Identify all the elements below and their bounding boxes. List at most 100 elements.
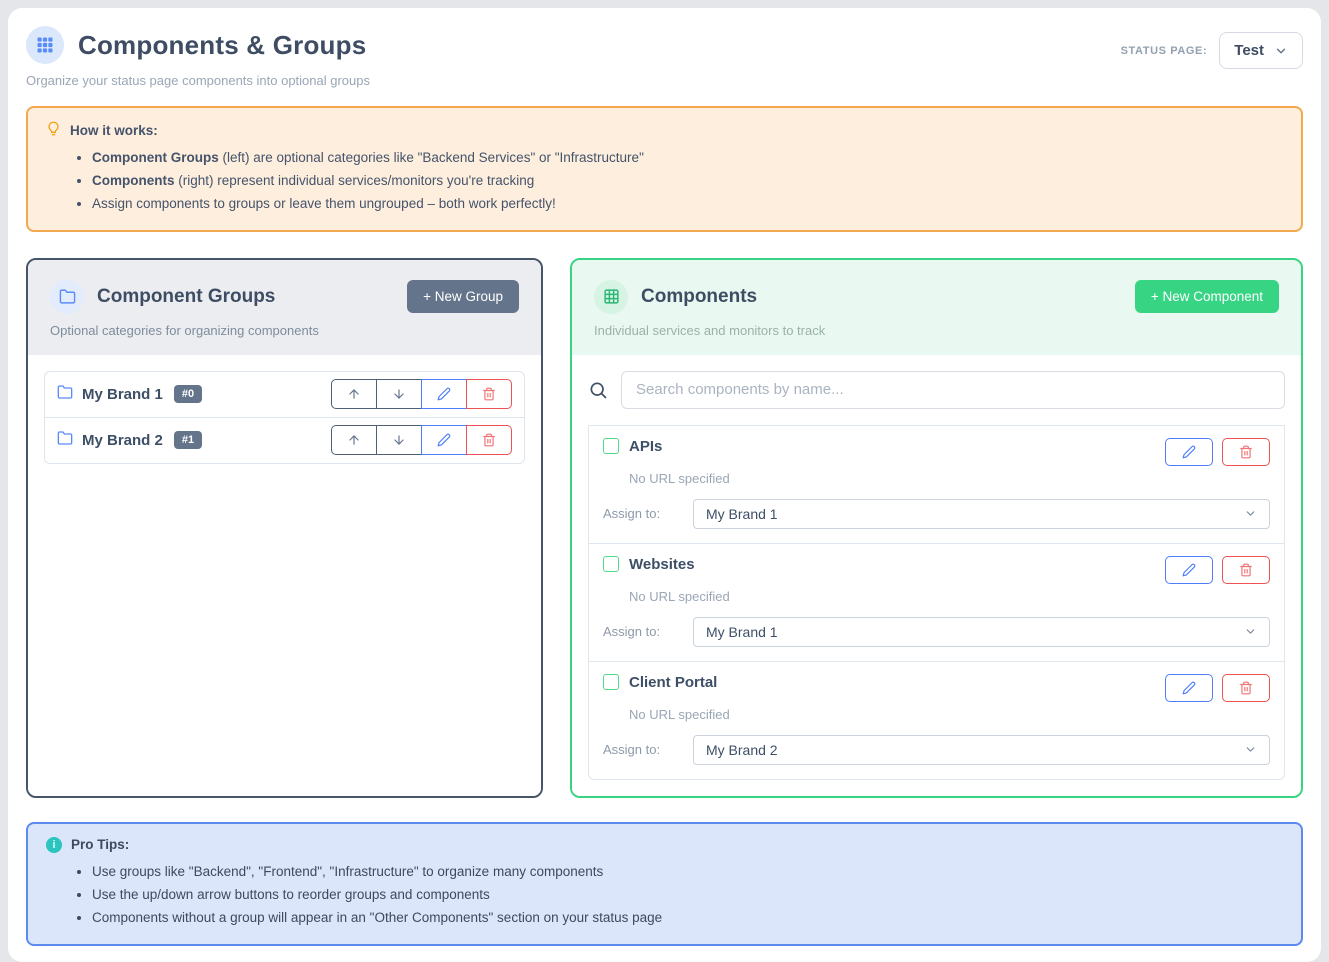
status-page-select[interactable]: Test (1219, 32, 1303, 69)
new-group-button[interactable]: + New Group (407, 280, 519, 313)
edit-component-button[interactable] (1165, 556, 1213, 584)
panels-row: Component Groups + New Group Optional ca… (26, 258, 1303, 798)
assign-group-select[interactable]: My Brand 1 (693, 499, 1270, 529)
trash-icon (1239, 445, 1253, 459)
chevron-down-icon (1244, 743, 1257, 756)
component-checkbox[interactable] (603, 674, 619, 690)
folder-icon (57, 430, 73, 451)
pro-tips-bullet: Components without a group will appear i… (92, 907, 1283, 930)
delete-group-button[interactable] (466, 379, 512, 409)
assign-group-select[interactable]: My Brand 1 (693, 617, 1270, 647)
page-header: Components & Groups Organize your status… (26, 26, 1303, 88)
lightbulb-icon (46, 121, 61, 139)
pencil-icon (437, 387, 451, 401)
search-icon (588, 380, 608, 400)
arrow-up-icon (347, 387, 361, 401)
groups-panel-subtitle: Optional categories for organizing compo… (50, 323, 519, 338)
trash-icon (482, 433, 496, 447)
delete-component-button[interactable] (1222, 674, 1270, 702)
edit-component-button[interactable] (1165, 438, 1213, 466)
component-name: Websites (629, 556, 695, 573)
assigned-group-value: My Brand 1 (706, 506, 778, 522)
pro-tips-box: Pro Tips: Use groups like "Backend", "Fr… (26, 822, 1303, 947)
component-search-row (588, 371, 1285, 409)
component-groups-panel: Component Groups + New Group Optional ca… (26, 258, 543, 798)
groups-panel-title: Component Groups (97, 286, 275, 308)
group-row: My Brand 1 #0 (44, 371, 525, 418)
component-name: APIs (629, 438, 662, 455)
apps-grid-icon (26, 26, 64, 64)
folder-icon (57, 384, 73, 405)
group-name: My Brand 1 (82, 386, 163, 403)
how-it-works-bullet: Components (right) represent individual … (92, 169, 1283, 192)
component-checkbox[interactable] (603, 438, 619, 454)
new-component-button[interactable]: + New Component (1135, 280, 1279, 313)
trash-icon (1239, 681, 1253, 695)
group-actions (331, 379, 512, 409)
how-it-works-title: How it works: (70, 123, 158, 138)
delete-group-button[interactable] (466, 425, 512, 455)
how-it-works-bullet: Assign components to groups or leave the… (92, 192, 1283, 215)
pencil-icon (1182, 563, 1196, 577)
groups-list: My Brand 1 #0 (28, 355, 541, 796)
component-actions (1165, 556, 1270, 584)
edit-group-button[interactable] (421, 425, 467, 455)
info-icon (46, 837, 62, 853)
chevron-down-icon (1244, 507, 1257, 520)
assigned-group-value: My Brand 2 (706, 742, 778, 758)
status-page-picker: STATUS PAGE: Test (1121, 32, 1303, 69)
group-actions (331, 425, 512, 455)
pro-tips-bullet: Use groups like "Backend", "Frontend", "… (92, 861, 1283, 884)
arrow-up-icon (347, 433, 361, 447)
pro-tips-bullet: Use the up/down arrow buttons to reorder… (92, 884, 1283, 907)
group-row: My Brand 2 #1 (44, 417, 525, 464)
page-subtitle: Organize your status page components int… (26, 73, 370, 88)
arrow-down-icon (392, 387, 406, 401)
group-order-badge: #1 (174, 431, 202, 449)
chevron-down-icon (1244, 625, 1257, 638)
component-url-status: No URL specified (629, 707, 1270, 722)
main-card: Components & Groups Organize your status… (8, 8, 1321, 962)
move-group-up-button[interactable] (331, 425, 377, 455)
edit-component-button[interactable] (1165, 674, 1213, 702)
component-actions (1165, 674, 1270, 702)
move-group-down-button[interactable] (376, 425, 422, 455)
trash-icon (1239, 563, 1253, 577)
component-card: Websites No URL specified (588, 543, 1285, 662)
assign-to-label: Assign to: (603, 506, 679, 521)
assigned-group-value: My Brand 1 (706, 624, 778, 640)
folder-icon (50, 280, 84, 314)
move-group-up-button[interactable] (331, 379, 377, 409)
arrow-down-icon (392, 433, 406, 447)
components-panel-subtitle: Individual services and monitors to trac… (594, 323, 1279, 338)
page-title: Components & Groups (78, 30, 366, 61)
assign-to-label: Assign to: (603, 742, 679, 757)
group-name: My Brand 2 (82, 432, 163, 449)
delete-component-button[interactable] (1222, 556, 1270, 584)
chevron-down-icon (1274, 44, 1288, 58)
delete-component-button[interactable] (1222, 438, 1270, 466)
edit-group-button[interactable] (421, 379, 467, 409)
pro-tips-title: Pro Tips: (71, 837, 129, 852)
how-it-works-box: How it works: Component Groups (left) ar… (26, 106, 1303, 232)
how-it-works-list: Component Groups (left) are optional cat… (46, 146, 1283, 216)
components-panel-header: Components + New Component Individual se… (572, 260, 1301, 355)
move-group-down-button[interactable] (376, 379, 422, 409)
component-name: Client Portal (629, 674, 717, 691)
status-page-value: Test (1234, 42, 1264, 59)
component-url-status: No URL specified (629, 589, 1270, 604)
pro-tips-list: Use groups like "Backend", "Frontend", "… (46, 861, 1283, 930)
pencil-icon (1182, 681, 1196, 695)
pencil-icon (437, 433, 451, 447)
components-list: APIs No URL specified A (572, 355, 1301, 796)
group-order-badge: #0 (174, 385, 202, 403)
components-panel: Components + New Component Individual se… (570, 258, 1303, 798)
component-actions (1165, 438, 1270, 466)
trash-icon (482, 387, 496, 401)
pencil-icon (1182, 445, 1196, 459)
component-card: APIs No URL specified A (588, 425, 1285, 544)
assign-group-select[interactable]: My Brand 2 (693, 735, 1270, 765)
search-components-input[interactable] (621, 371, 1285, 409)
assign-to-label: Assign to: (603, 624, 679, 639)
component-checkbox[interactable] (603, 556, 619, 572)
